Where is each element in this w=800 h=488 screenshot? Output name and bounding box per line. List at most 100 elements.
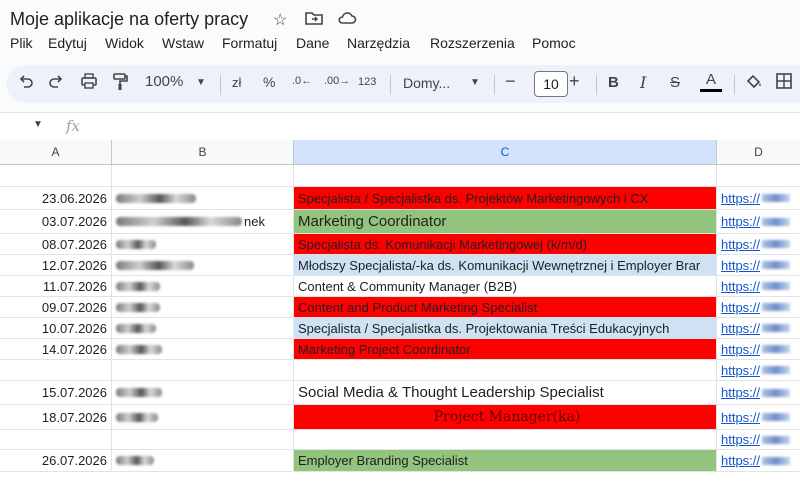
currency-format-button[interactable]: zł [232, 75, 241, 90]
cell-date[interactable]: 18.07.2026 [0, 405, 112, 429]
cell-date[interactable]: 08.07.2026 [0, 234, 112, 254]
cell-company[interactable] [112, 255, 294, 275]
cell-date[interactable]: 12.07.2026 [0, 255, 112, 275]
print-icon[interactable] [80, 73, 98, 93]
cell-position[interactable]: Specjalista / Specjalistka ds. Projektów… [294, 187, 717, 209]
cell-position[interactable]: Specjalista ds. Komunikacji Marketingowe… [294, 234, 717, 254]
strikethrough-button[interactable]: S [670, 74, 680, 91]
cell-link[interactable]: https:// [717, 360, 800, 380]
cell-position[interactable]: Marketing Coordinator [294, 210, 717, 233]
toolbar-divider [494, 75, 495, 95]
cell-link[interactable]: https:// [717, 318, 800, 338]
cell-position[interactable] [294, 360, 717, 380]
cell-link[interactable]: https:// [717, 381, 800, 404]
cell-date[interactable]: 26.07.2026 [0, 450, 112, 471]
cell-company[interactable] [112, 360, 294, 380]
cell-position[interactable]: Content & Community Manager (B2B) [294, 276, 717, 296]
cell-company[interactable] [112, 450, 294, 471]
cell-date[interactable]: 14.07.2026 [0, 339, 112, 359]
cell-date[interactable]: 03.07.2026 [0, 210, 112, 233]
menu-widok[interactable]: Widok [105, 35, 144, 51]
cell-company[interactable] [112, 234, 294, 254]
redacted-company [116, 281, 160, 291]
name-box-dropdown-icon[interactable]: ▼ [33, 119, 43, 130]
zoom-select[interactable]: 100% [145, 73, 183, 90]
menu-rozszerzenia[interactable]: Rozszerzenia [430, 35, 515, 51]
decrease-decimal-button[interactable]: .0← [292, 75, 312, 87]
cell-company[interactable] [112, 405, 294, 429]
column-header-c[interactable]: C [294, 140, 717, 165]
cell-link[interactable]: https:// [717, 430, 800, 449]
cloud-status-icon[interactable] [337, 10, 357, 31]
cell-company[interactable] [112, 165, 294, 186]
link-text: https:// [721, 214, 761, 229]
column-header-d[interactable]: D [717, 140, 800, 165]
menu-formatuj[interactable]: Formatuj [222, 35, 277, 51]
increase-font-size-button[interactable]: + [569, 71, 580, 92]
bold-button[interactable]: B [608, 74, 619, 91]
font-size-input[interactable]: 10 [534, 71, 568, 97]
menu-edytuj[interactable]: Edytuj [48, 35, 87, 51]
menu-narzedzia[interactable]: Narzędzia [347, 35, 410, 51]
cell-date[interactable]: 15.07.2026 [0, 381, 112, 404]
cell-link[interactable]: https:// [717, 297, 800, 317]
menu-plik[interactable]: Plik [10, 35, 33, 51]
column-header-b[interactable]: B [112, 140, 294, 165]
cell-position[interactable]: Social Media & Thought Leadership Specia… [294, 381, 717, 404]
zoom-dropdown-icon[interactable]: ▼ [196, 77, 206, 88]
cell-company[interactable] [112, 339, 294, 359]
cell-position[interactable]: Project Manager(ka) [294, 405, 717, 429]
menu-dane[interactable]: Dane [296, 35, 329, 51]
cell-link[interactable]: https:// [717, 187, 800, 209]
cell-date[interactable] [0, 165, 112, 186]
cell-company[interactable] [112, 297, 294, 317]
cell-link[interactable]: https:// [717, 234, 800, 254]
italic-button[interactable]: I [640, 73, 646, 92]
menu-wstaw[interactable]: Wstaw [162, 35, 204, 51]
cell-date[interactable]: 10.07.2026 [0, 318, 112, 338]
document-title[interactable]: Moje aplikacje na oferty pracy [10, 9, 248, 30]
font-select[interactable]: Domy... [403, 75, 450, 91]
move-folder-icon[interactable] [305, 10, 323, 31]
cell-position[interactable]: Content and Product Marketing Specialist [294, 297, 717, 317]
redo-icon[interactable] [48, 73, 64, 93]
cell-position[interactable] [294, 430, 717, 449]
cell-position[interactable]: Specjalista / Specjalistka ds. Projektow… [294, 318, 717, 338]
borders-icon[interactable] [776, 73, 792, 93]
increase-decimal-button[interactable]: .00→ [324, 75, 350, 87]
decrease-font-size-button[interactable]: − [505, 71, 516, 92]
star-icon[interactable]: ☆ [273, 10, 287, 30]
cell-position[interactable]: Employer Branding Specialist [294, 450, 717, 471]
position-text: Project Manager(ka) [433, 409, 581, 425]
cell-link[interactable]: https:// [717, 405, 800, 429]
fill-color-icon[interactable] [745, 73, 763, 95]
cell-date[interactable] [0, 430, 112, 449]
cell-link[interactable]: https:// [717, 255, 800, 275]
cell-position[interactable] [294, 165, 717, 186]
number-format-button[interactable]: 123 [358, 76, 376, 88]
cell-date[interactable]: 09.07.2026 [0, 297, 112, 317]
cell-position[interactable]: Marketing Project Coordinator [294, 339, 717, 359]
cell-link[interactable]: https:// [717, 276, 800, 296]
cell-company[interactable]: nek [112, 210, 294, 233]
cell-company[interactable] [112, 187, 294, 209]
text-color-button[interactable]: A [700, 71, 722, 92]
cell-company[interactable] [112, 430, 294, 449]
cell-date[interactable]: 11.07.2026 [0, 276, 112, 296]
cell-link[interactable]: https:// [717, 339, 800, 359]
font-dropdown-icon[interactable]: ▼ [470, 77, 480, 88]
percent-format-button[interactable]: % [263, 74, 275, 90]
menu-pomoc[interactable]: Pomoc [532, 35, 576, 51]
paint-format-icon[interactable] [112, 73, 128, 95]
cell-company[interactable] [112, 381, 294, 404]
cell-date[interactable] [0, 360, 112, 380]
cell-company[interactable] [112, 276, 294, 296]
undo-icon[interactable] [18, 73, 34, 93]
cell-link[interactable]: https:// [717, 450, 800, 471]
cell-date[interactable]: 23.06.2026 [0, 187, 112, 209]
cell-link[interactable]: https:// [717, 210, 800, 233]
cell-company[interactable] [112, 318, 294, 338]
column-header-a[interactable]: A [0, 140, 112, 165]
cell-position[interactable]: Młodszy Specjalista/-ka ds. Komunikacji … [294, 255, 717, 275]
cell-link[interactable] [717, 165, 800, 186]
